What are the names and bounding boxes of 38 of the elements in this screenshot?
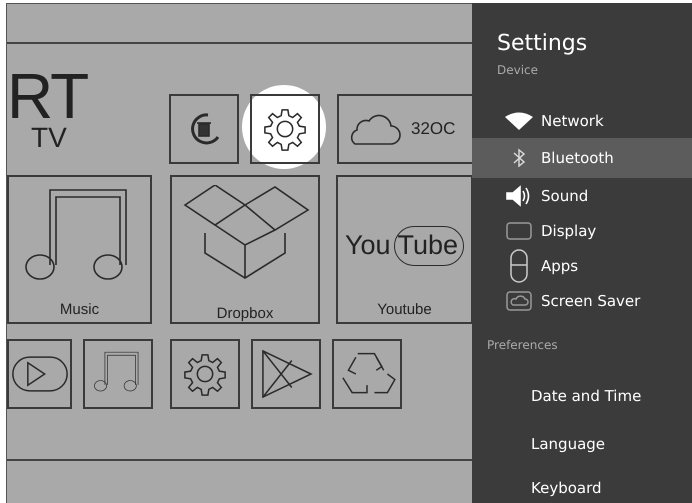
display-icon <box>506 222 532 240</box>
app-tile[interactable]: Dropbox <box>170 175 320 324</box>
settings-menu-item[interactable]: Keyboard <box>472 466 692 503</box>
settings-menu-item[interactable]: Date and Time <box>472 374 692 418</box>
app-label: Music <box>60 301 100 318</box>
logo-subtitle: TV <box>31 124 67 152</box>
wifi-icon <box>504 112 534 130</box>
video-logo: You Tube <box>344 226 464 265</box>
settings-menu-item[interactable]: Network <box>472 103 692 138</box>
speaker-icon <box>506 184 532 206</box>
app-label: Youtube <box>377 301 432 318</box>
dock-tile[interactable] <box>251 339 321 409</box>
bluetooth-icon <box>512 148 526 168</box>
gear-icon <box>182 351 228 397</box>
play-triangle-icon <box>259 349 313 399</box>
temperature-label: 32OC <box>411 119 456 139</box>
settings-menu-item[interactable]: Sound <box>472 178 692 213</box>
settings-menu-item[interactable]: Apps <box>472 248 692 283</box>
mouse-icon <box>510 248 528 282</box>
shortcut-tile[interactable] <box>250 94 320 164</box>
section-heading: Preferences <box>487 338 558 352</box>
settings-menu-item[interactable]: Language <box>472 422 692 466</box>
dock-tile[interactable] <box>170 339 240 409</box>
settings-menu-item[interactable]: Screen Saver <box>472 283 692 318</box>
shortcut-tile[interactable] <box>169 94 239 164</box>
app-label: Dropbox <box>216 305 274 322</box>
logo-title: RT <box>7 68 88 124</box>
app-tile[interactable]: Music <box>7 175 152 324</box>
settings-title: Settings <box>497 31 588 57</box>
dock-tile[interactable] <box>83 339 153 409</box>
gear-icon <box>262 106 308 152</box>
dock-tile[interactable] <box>332 339 402 409</box>
dock-tile[interactable] <box>7 339 72 409</box>
section-heading: Device <box>497 63 538 77</box>
cloud-icon <box>506 290 532 310</box>
settings-menu-item[interactable]: Bluetooth <box>472 138 692 178</box>
play-button-icon <box>10 355 68 393</box>
settings-menu-item[interactable]: Display <box>472 213 692 248</box>
